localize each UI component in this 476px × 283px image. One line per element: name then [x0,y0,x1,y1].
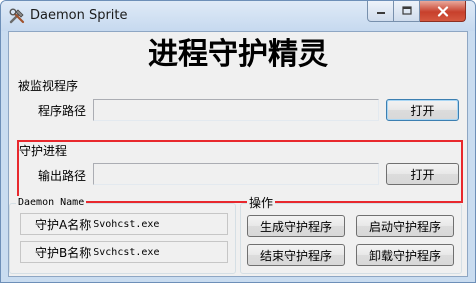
daemon-name-group: Daemon Name 守护A名称 Svohcst.exe 守护B名称 Svch… [9,196,236,274]
daemon-b-row: 守护B名称 Svchcst.exe [20,241,228,263]
uninstall-daemon-button[interactable]: 卸载守护程序 [356,244,454,266]
minimize-icon [376,12,385,14]
operations-title: 操作 [247,196,276,210]
client-area: 进程守护精灵 被监视程序 程序路径 打开 守护进程 输出路径 打开 Daemon… [8,31,468,277]
daemon-section-label: 守护进程 [19,144,68,158]
maximize-icon [401,6,412,15]
maximize-button[interactable] [394,1,420,22]
open-program-button[interactable]: 打开 [386,99,459,121]
page-title: 进程守护精灵 [148,37,328,72]
title-bar[interactable]: Daemon Sprite [1,1,475,31]
open-output-button[interactable]: 打开 [386,163,459,185]
close-icon [437,5,448,17]
daemon-b-value: Svchcst.exe [93,246,160,258]
app-window: Daemon Sprite 进程守护精灵 被监视程序 程序路径 打开 守护进程 [0,0,476,283]
start-daemon-button[interactable]: 启动守护程序 [356,215,454,237]
daemon-a-label: 守护A名称 [35,217,92,232]
minimize-button[interactable] [367,1,394,22]
window-title: Daemon Sprite [30,8,128,23]
program-path-label: 程序路径 [38,104,87,118]
stop-daemon-button[interactable]: 结束守护程序 [247,244,345,266]
daemon-name-title: Daemon Name [16,196,87,210]
daemon-b-label: 守护B名称 [35,245,92,260]
operations-group: 操作 生成守护程序 启动守护程序 结束守护程序 卸载守护程序 [240,196,462,274]
output-path-field[interactable] [93,163,379,185]
daemon-a-value: Svohcst.exe [93,218,160,230]
program-path-field[interactable] [93,99,379,121]
output-path-label: 输出路径 [38,169,87,183]
daemon-a-row: 守护A名称 Svohcst.exe [20,213,228,235]
tools-icon [9,8,25,24]
generate-daemon-button[interactable]: 生成守护程序 [247,215,345,237]
monitored-section-label: 被监视程序 [18,79,79,93]
close-button[interactable] [420,1,466,22]
